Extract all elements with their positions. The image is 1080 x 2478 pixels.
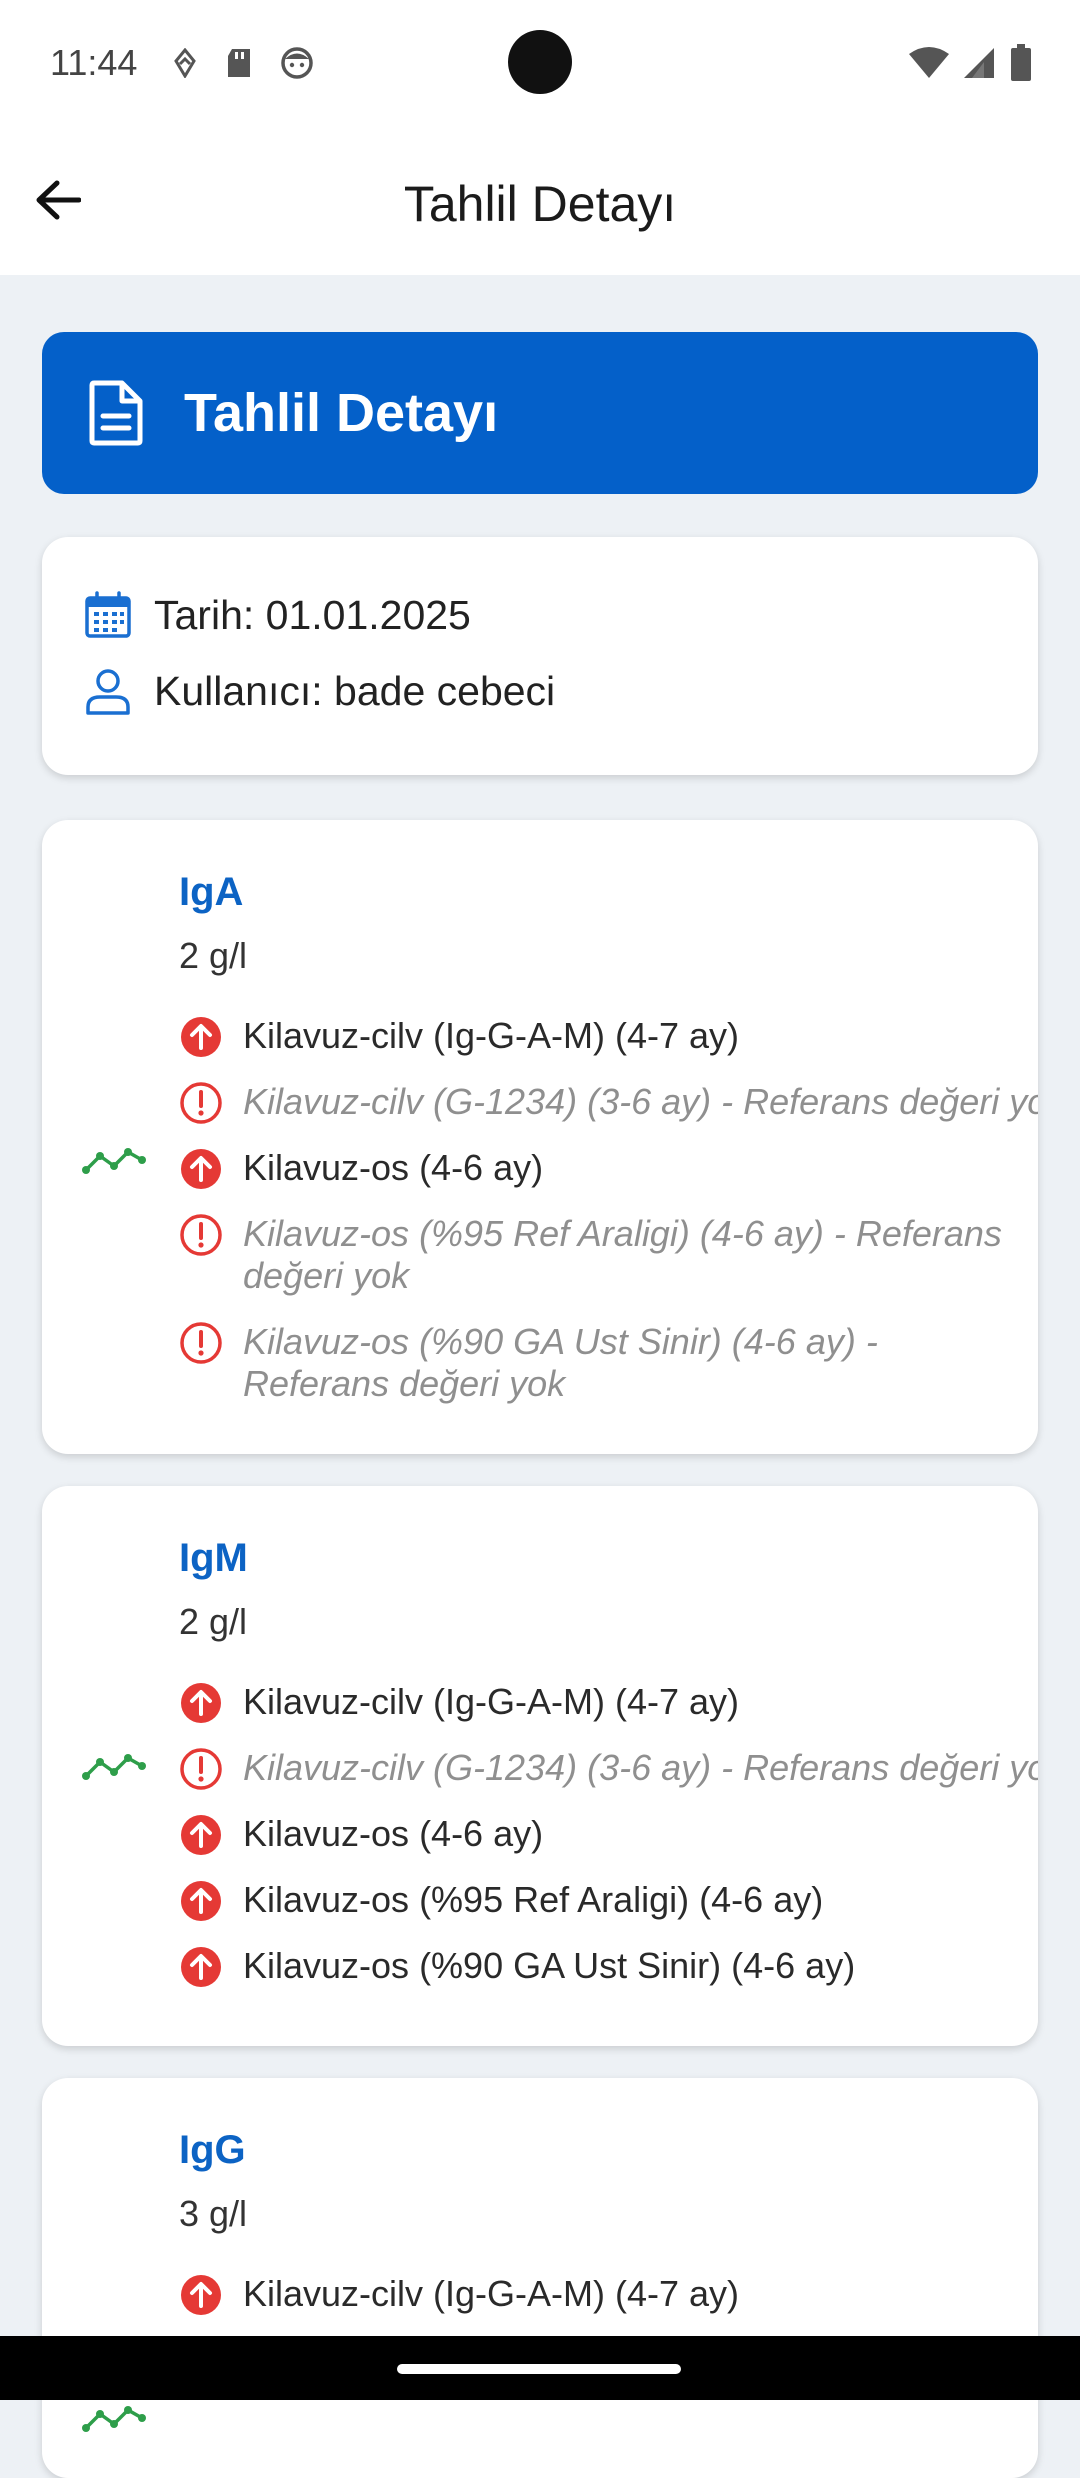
detail-banner: Tahlil Detayı [42, 332, 1038, 494]
reference-item: Kilavuz-cilv (Ig-G-A-M) (4-7 ay) [179, 1015, 1038, 1059]
test-value: 2 g/l [179, 935, 248, 976]
trend-chart-icon[interactable] [82, 1140, 146, 1180]
user-row: Kullanıcı: bade cebeci [84, 653, 1038, 729]
test-name: IgM [179, 1536, 248, 1580]
trend-chart-icon[interactable] [82, 1746, 146, 1786]
trend-chart-icon[interactable] [82, 2398, 146, 2438]
reference-label: Kilavuz-cilv (Ig-G-A-M) (4-7 ay) [243, 1681, 740, 1722]
reference-list: Kilavuz-cilv (Ig-G-A-M) (4-7 ay) [179, 2273, 1038, 2339]
home-gesture-handle[interactable] [397, 2364, 681, 2374]
reference-item: Kilavuz-cilv (Ig-G-A-M) (4-7 ay) [179, 2273, 1038, 2317]
test-card[interactable]: IgM 2 g/l Kilavuz-cilv (Ig-G-A-M) (4-7 ay)… [42, 1486, 1038, 2046]
person-icon [86, 669, 130, 715]
battery-icon [1011, 44, 1031, 81]
reference-item: Kilavuz-os (%90 GA Ust Sinir) (4-6 ay) [179, 1945, 1038, 1989]
reference-label: Kilavuz-cilv (G-1234) (3-6 ay) - Referan… [243, 1081, 1038, 1122]
page-title: Tahlil Detayı [403, 176, 677, 232]
status-icons-left [172, 46, 314, 80]
cellular-signal-icon [964, 48, 994, 78]
reference-label: Kilavuz-os (4-6 ay) [243, 1147, 544, 1188]
test-name: IgG [179, 2128, 246, 2172]
reference-item: Kilavuz-cilv (G-1234) (3-6 ay) - Referan… [179, 1081, 1038, 1125]
arrow-up-circle-icon [179, 1681, 223, 1725]
reference-label: Kilavuz-cilv (G-1234) (3-6 ay) - Referan… [243, 1747, 1038, 1788]
reference-list: Kilavuz-cilv (Ig-G-A-M) (4-7 ay) Kilavuz-… [179, 1015, 1038, 1429]
reference-item: Kilavuz-os (4-6 ay) [179, 1147, 1038, 1191]
sd-card-icon [228, 49, 250, 77]
app-bar: Tahlil Detayı [0, 130, 1080, 275]
wifi-icon [909, 47, 949, 78]
reference-item: Kilavuz-cilv (Ig-G-A-M) (4-7 ay) [179, 1681, 1038, 1725]
calendar-icon [85, 591, 131, 638]
alert-circle-icon [179, 1321, 223, 1365]
test-value: 3 g/l [179, 2193, 248, 2234]
arrow-up-circle-icon [179, 1945, 223, 1989]
reference-label: Kilavuz-cilv (Ig-G-A-M) (4-7 ay) [243, 2273, 740, 2314]
test-card[interactable]: IgA 2 g/l Kilavuz-cilv (Ig-G-A-M) (4-7 ay)… [42, 820, 1038, 1454]
reference-item: Kilavuz-os (%90 GA Ust Sinir) (4-6 ay) -… [179, 1321, 1038, 1405]
arrow-up-circle-icon [179, 1147, 223, 1191]
test-card[interactable]: IgG 3 g/l Kilavuz-cilv (Ig-G-A-M) (4-7 ay) [42, 2078, 1038, 2478]
date-label: Tarih: 01.01.2025 [154, 591, 471, 638]
arrow-up-circle-icon [179, 1879, 223, 1923]
navigation-bar [0, 2336, 1080, 2400]
alert-circle-icon [179, 1213, 223, 1257]
reference-item: Kilavuz-cilv (G-1234) (3-6 ay) - Referan… [179, 1747, 1038, 1791]
user-label: Kullanıcı: bade cebeci [154, 667, 556, 714]
data-saver-icon [174, 48, 196, 78]
status-time: 11:44 [50, 42, 138, 83]
face-icon [281, 47, 313, 79]
reference-label: Kilavuz-os (%95 Ref Araligi) (4-6 ay) - … [243, 1213, 1002, 1296]
arrow-up-circle-icon [179, 1813, 223, 1857]
document-icon [89, 380, 143, 446]
reference-item: Kilavuz-os (%95 Ref Araligi) (4-6 ay) - … [179, 1213, 1038, 1297]
reference-label: Kilavuz-os (%90 GA Ust Sinir) (4-6 ay) [243, 1945, 856, 1986]
front-camera [508, 30, 572, 94]
alert-circle-icon [179, 1081, 223, 1125]
test-value: 2 g/l [179, 1601, 248, 1642]
status-bar: 11:44 [0, 0, 1080, 130]
test-name: IgA [179, 870, 244, 914]
banner-title: Tahlil Detayı [184, 383, 499, 443]
date-row: Tarih: 01.01.2025 [84, 577, 1038, 653]
reference-label: Kilavuz-os (%95 Ref Araligi) (4-6 ay) [243, 1879, 824, 1920]
alert-circle-icon [179, 1747, 223, 1791]
reference-list: Kilavuz-cilv (Ig-G-A-M) (4-7 ay) Kilavuz-… [179, 1681, 1038, 2011]
content-scroll[interactable]: Tahlil Detayı Tarih: 01.01.2025 Kullanıc… [0, 275, 1080, 2478]
info-card: Tarih: 01.01.2025 Kullanıcı: bade cebeci [42, 537, 1038, 775]
reference-label: Kilavuz-cilv (Ig-G-A-M) (4-7 ay) [243, 1015, 740, 1056]
reference-item: Kilavuz-os (%95 Ref Araligi) (4-6 ay) [179, 1879, 1038, 1923]
status-icons-right [908, 44, 1032, 82]
arrow-up-circle-icon [179, 2273, 223, 2317]
arrow-up-circle-icon [179, 1015, 223, 1059]
reference-label: Kilavuz-os (%90 GA Ust Sinir) (4-6 ay) -… [243, 1321, 878, 1404]
reference-item: Kilavuz-os (4-6 ay) [179, 1813, 1038, 1857]
reference-label: Kilavuz-os (4-6 ay) [243, 1813, 544, 1854]
